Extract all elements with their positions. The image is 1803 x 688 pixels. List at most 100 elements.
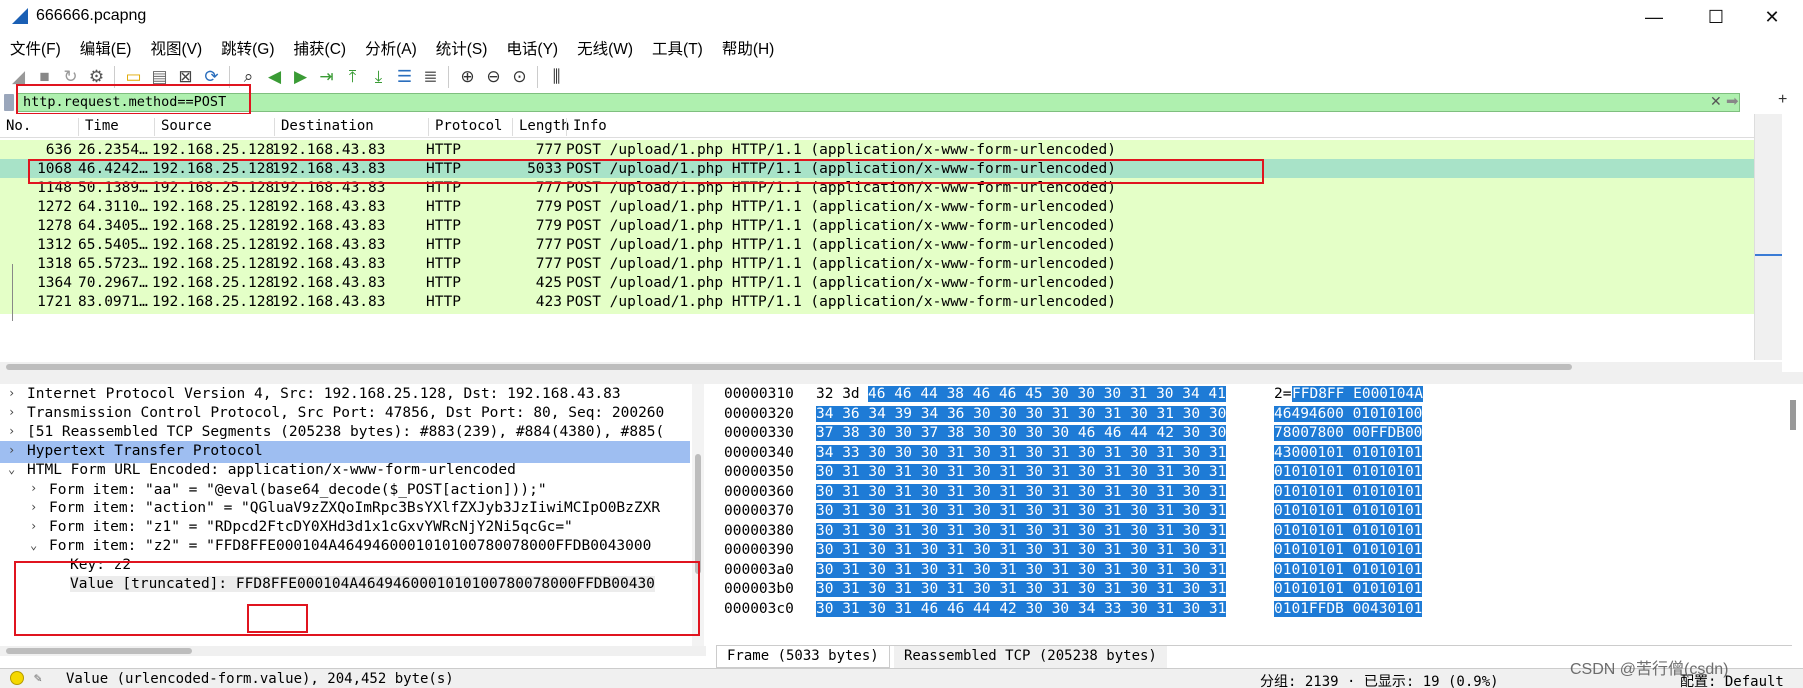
hex-bytes-selected[interactable]: 30 31 30 31 30 31 30 31 30 31 30 31 30 3…	[816, 562, 1226, 578]
ascii-text-selected[interactable]: 01010101 01010101	[1274, 503, 1422, 519]
column-header-time[interactable]: Time	[78, 118, 119, 136]
packet-src: 192.168.25.128	[152, 256, 274, 272]
last-packet-icon[interactable]: ⤓	[366, 64, 391, 89]
details-hscrollbar[interactable]	[0, 646, 706, 656]
packet-list-hscrollbar[interactable]	[0, 362, 1782, 372]
ascii-text-selected[interactable]: 01010101 01010101	[1274, 581, 1422, 597]
packet-len: 423	[536, 294, 562, 310]
save-icon[interactable]: ▤	[147, 64, 172, 89]
detail-text: Form item: "action" = "QGluaV9zZXQoImRpc…	[49, 500, 660, 516]
tab-reassembled-tcp[interactable]: Reassembled TCP (205238 bytes)	[894, 646, 1167, 668]
column-header-length[interactable]: Length	[512, 118, 570, 136]
ascii-text[interactable]: 2=	[1274, 386, 1291, 402]
column-header-protocol[interactable]: Protocol	[428, 118, 502, 136]
ascii-text-selected[interactable]: FFD8FF E000104A	[1292, 386, 1423, 402]
collapsed-chevron-icon[interactable]: ›	[8, 405, 15, 419]
packet-list-scrollbar[interactable]	[1754, 114, 1782, 360]
ascii-text-selected[interactable]: 01010101 01010101	[1274, 464, 1422, 480]
collapsed-chevron-icon[interactable]: ›	[8, 424, 15, 438]
details-scroll-thumb[interactable]	[695, 454, 701, 574]
first-packet-icon[interactable]: ⤒	[340, 64, 365, 89]
hex-bytes-selected[interactable]: 30 31 30 31 30 31 30 31 30 31 30 31 30 3…	[816, 503, 1226, 519]
menu-item-2[interactable]: 视图(V)	[140, 37, 211, 59]
close-button[interactable]: ✕	[1746, 0, 1798, 34]
display-filter-input[interactable]: http.request.method==POST	[16, 93, 1740, 112]
zoom-out-icon[interactable]: ⊖	[481, 64, 506, 89]
hex-bytes-selected[interactable]: 30 31 30 31 30 31 30 31 30 31 30 31 30 3…	[816, 523, 1226, 539]
hex-bytes[interactable]: 32 3d	[816, 386, 860, 402]
expert-info-icon[interactable]	[10, 671, 24, 685]
bytes-scroll-thumb[interactable]	[1790, 400, 1796, 430]
collapsed-chevron-icon[interactable]: ›	[30, 481, 37, 495]
ascii-text-selected[interactable]: 01010101 01010101	[1274, 542, 1422, 558]
hex-bytes-selected[interactable]: 30 31 30 31 30 31 30 31 30 31 30 31 30 3…	[816, 484, 1226, 500]
collapsed-chevron-icon[interactable]: ›	[30, 500, 37, 514]
ascii-text-selected[interactable]: 0101FFDB 00430101	[1274, 601, 1422, 617]
menu-item-7[interactable]: 电话(Y)	[496, 37, 567, 59]
menu-item-1[interactable]: 编辑(E)	[70, 37, 141, 59]
hex-bytes-selected[interactable]: 34 33 30 30 30 31 30 31 30 31 30 31 30 3…	[816, 445, 1226, 461]
edit-comment-icon[interactable]: ✎	[34, 671, 42, 686]
menu-item-10[interactable]: 帮助(H)	[712, 37, 784, 59]
detail-row[interactable]: Value [truncated]: FFD8FFE000104A4649460…	[0, 574, 690, 596]
filter-bookmark-icon[interactable]	[4, 94, 14, 111]
ascii-text-selected[interactable]: 01010101 01010101	[1274, 484, 1422, 500]
column-header-destination[interactable]: Destination	[274, 118, 374, 136]
hscroll-thumb[interactable]	[6, 364, 1572, 370]
hex-bytes-selected[interactable]: 37 38 30 30 37 38 30 30 30 30 46 46 44 4…	[816, 425, 1226, 441]
hex-bytes-selected[interactable]: 30 31 30 31 30 31 30 31 30 31 30 31 30 3…	[816, 464, 1226, 480]
hex-bytes-selected[interactable]: 30 31 30 31 30 31 30 31 30 31 30 31 30 3…	[816, 542, 1226, 558]
clear-filter-icon[interactable]: ✕	[1710, 93, 1722, 110]
back-arrow-icon[interactable]: ◀	[262, 64, 287, 89]
ascii-text-selected[interactable]: 01010101 01010101	[1274, 562, 1422, 578]
find-icon[interactable]: ⌕	[236, 64, 261, 89]
ascii-text-selected[interactable]: 43000101 01010101	[1274, 445, 1422, 461]
zoom-in-icon[interactable]: ⊕	[455, 64, 480, 89]
hex-bytes-selected[interactable]: 30 31 30 31 30 31 30 31 30 31 30 31 30 3…	[816, 581, 1226, 597]
pane-splitter[interactable]	[0, 372, 1803, 384]
column-header-info[interactable]: Info	[566, 118, 607, 136]
menu-item-6[interactable]: 统计(S)	[426, 37, 497, 59]
hex-bytes-selected[interactable]: 34 36 34 39 34 36 30 30 30 31 30 31 30 3…	[816, 406, 1226, 422]
menu-item-0[interactable]: 文件(F)	[0, 37, 70, 59]
options-gear-icon[interactable]: ⚙	[84, 64, 109, 89]
column-header-source[interactable]: Source	[154, 118, 212, 136]
close-file-icon[interactable]: ⊠	[173, 64, 198, 89]
menu-item-4[interactable]: 捕获(C)	[284, 37, 356, 59]
expanded-chevron-icon[interactable]: ⌄	[8, 462, 15, 476]
restart-icon[interactable]: ↻	[58, 64, 83, 89]
tab-frame[interactable]: Frame (5033 bytes)	[716, 646, 890, 668]
collapsed-chevron-icon[interactable]: ›	[8, 443, 15, 457]
ascii-text-selected[interactable]: 78007800 00FFDB00	[1274, 425, 1422, 441]
packet-row[interactable]: 1721 83.0971… 192.168.25.128 192.168.43.83 H…	[0, 292, 1754, 314]
collapsed-chevron-icon[interactable]: ›	[30, 519, 37, 533]
normal-size-icon[interactable]: ⊙	[507, 64, 532, 89]
expanded-chevron-icon[interactable]: ⌄	[30, 538, 37, 552]
maximize-button[interactable]: ☐	[1690, 0, 1742, 34]
open-folder-icon[interactable]: ▭	[121, 64, 146, 89]
ascii-text-selected[interactable]: 46494600 01010100	[1274, 406, 1422, 422]
details-scrollbar[interactable]	[692, 384, 704, 646]
menu-item-3[interactable]: 跳转(G)	[211, 37, 283, 59]
ascii-text-selected[interactable]: 01010101 01010101	[1274, 523, 1422, 539]
stop-icon[interactable]: ■	[32, 64, 57, 89]
apply-filter-icon[interactable]: ➡	[1726, 92, 1739, 110]
resize-columns-icon[interactable]: ⫼	[544, 64, 569, 89]
collapsed-chevron-icon[interactable]: ›	[8, 386, 15, 400]
autoscroll-icon[interactable]: ☰	[392, 64, 417, 89]
details-hscroll-thumb[interactable]	[6, 648, 192, 654]
column-header-no[interactable]: No.	[6, 118, 31, 136]
packet-src: 192.168.25.128	[152, 275, 274, 291]
add-filter-button-icon[interactable]: +	[1778, 91, 1787, 109]
forward-arrow-icon[interactable]: ▶	[288, 64, 313, 89]
menu-item-9[interactable]: 工具(T)	[642, 37, 712, 59]
hex-bytes-selected[interactable]: 46 46 44 38 46 46 45 30 30 30 31 30 34 4…	[868, 386, 1226, 402]
reload-icon[interactable]: ⟳	[199, 64, 224, 89]
hex-bytes-selected[interactable]: 30 31 30 31 46 46 44 42 30 30 34 33 30 3…	[816, 601, 1226, 617]
shark-fin-start-icon[interactable]: ◢	[6, 64, 31, 89]
menu-item-5[interactable]: 分析(A)	[355, 37, 426, 59]
minimize-button[interactable]: —	[1628, 0, 1680, 34]
menu-item-8[interactable]: 无线(W)	[567, 37, 642, 59]
go-to-packet-icon[interactable]: ⇥	[314, 64, 339, 89]
colorize-icon[interactable]: ≣	[418, 64, 443, 89]
